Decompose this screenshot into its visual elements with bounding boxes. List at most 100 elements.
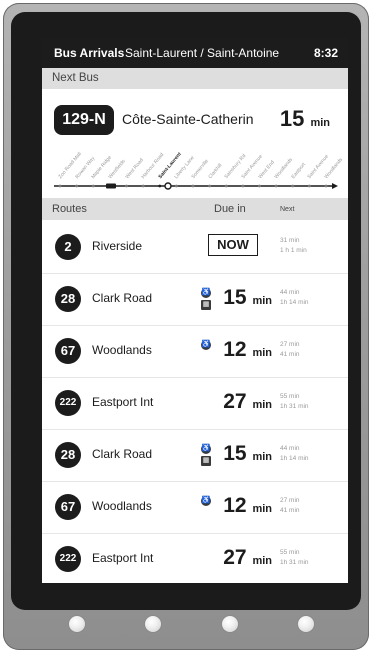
due-unit: min [252,399,272,411]
due-value: 27 [223,546,247,569]
next-times: 55 min 1h 31 min [280,392,309,412]
arrival-row[interactable]: 222 Eastport Int 27 min 55 min 1h 31 min [42,378,348,430]
next-bus-eta-value: 15 [279,106,305,131]
due-time: 27 min [215,546,272,570]
arrival-row[interactable]: 222 Eastport Int 27 min 55 min 1h 31 min [42,534,348,583]
due-time: 15 min [215,286,272,310]
stop-dot [91,184,95,188]
route-badge: 28 [55,286,81,312]
next-time-2: 41 min [280,507,300,514]
route-name: Woodlands [92,499,152,513]
next-time-1: 44 min [280,445,300,452]
wheelchair-icon: ♿ [201,340,211,350]
route-name: Eastport Int [92,395,154,409]
next-bus-label: Next Bus [52,72,99,84]
due-value: 27 [223,390,247,413]
next-time-1: 55 min [280,393,300,400]
route-badge: 67 [55,338,81,364]
stop-dot [291,184,295,188]
next-time-1: 44 min [280,289,300,296]
due-time: 15 min [215,442,272,466]
stop-dot [274,184,278,188]
arrival-row[interactable]: 67 Woodlands ♿ 12 min 27 min 41 min [42,326,348,378]
next-bus-eta: 15 min [280,106,330,132]
stop-dot [258,184,261,188]
routes-table-header: Routes Due in Next [42,198,348,220]
stop-dot [191,184,195,188]
due-unit: min [252,347,272,359]
now-badge: NOW [208,234,258,256]
next-time-1: 27 min [280,497,300,504]
due-value: 15 [223,286,247,309]
col-due: Due in [214,203,246,215]
stop-dot [125,184,128,188]
stop-name: Saint-Laurent / Saint-Antoine [125,46,280,60]
due-unit: min [252,503,272,515]
due-time: 12 min [215,338,272,362]
accessibility-icons: ♿ [201,340,213,352]
stop-dot [75,184,79,188]
next-times: 31 min 1 h 1 min [280,236,307,256]
next-time-1: 31 min [280,237,300,244]
indicator-light-4 [298,616,314,632]
next-time-2: 1h 14 min [280,455,309,462]
wheelchair-icon: ♿ [201,288,211,298]
arrival-row[interactable]: 28 Clark Road ♿ ▦ 15 min 44 min 1h 14 mi… [42,274,348,326]
due-value: 12 [223,338,247,361]
next-bus-route-badge: 129-N [54,105,114,135]
route-badge: 222 [55,390,81,416]
wheelchair-icon: ♿ [201,496,211,506]
next-bus-eta-unit: min [310,117,330,129]
next-time-2: 1h 14 min [280,299,309,306]
col-next: Next [280,206,295,213]
bike-icon: ▦ [201,456,211,466]
next-time-2: 1h 31 min [280,559,309,566]
route-badge: 2 [55,234,81,260]
stop-dot [58,184,62,188]
route-map: Zoo Road Mall Rowan Way Maple Ridge Westfie… [42,138,348,198]
arrival-row[interactable]: 67 Woodlands ♿ 12 min 27 min 41 min [42,482,348,534]
indicator-light-2 [145,616,161,632]
clock: 8:32 [313,46,338,60]
stop-dot [307,184,311,188]
next-times: 44 min 1h 14 min [280,444,309,464]
stop-dot [208,184,212,188]
next-time-1: 27 min [280,341,300,348]
kiosk-display: Bus Arrivals Saint-Laurent / Saint-Antoi… [0,0,372,653]
route-name: Clark Road [92,291,153,305]
stop-dot [324,184,328,188]
route-name: Clark Road [92,447,153,461]
stop-dot [174,184,178,188]
route-name: Woodlands [92,343,152,357]
route-name: Eastport Int [92,551,154,565]
top-bar: Bus Arrivals Saint-Laurent / Saint-Antoi… [42,38,348,68]
arrival-row[interactable]: 28 Clark Road ♿ ▦ 15 min 44 min 1h 14 mi… [42,430,348,482]
due-time: 12 min [215,494,272,518]
next-time-2: 41 min [280,351,300,358]
col-routes: Routes [52,203,87,215]
accessibility-icons: ♿ ▦ [201,444,213,468]
route-name: Riverside [92,239,143,253]
next-time-2: 1h 31 min [280,403,309,410]
accessibility-icons: ♿ [201,496,213,508]
due-value: 15 [223,442,247,465]
app-title: Bus Arrivals [54,46,125,60]
due-value: 12 [223,494,247,517]
stop-dot [141,184,145,188]
route-badge: 28 [55,442,81,468]
next-bus-destination: Côte-Sainte-Catherin [122,111,254,127]
accessibility-icons: ♿ ▦ [201,288,213,312]
arrivals-screen: Bus Arrivals Saint-Laurent / Saint-Antoi… [42,38,348,583]
arrival-row[interactable]: 2 Riverside NOW 31 min 1 h 1 min [42,222,348,274]
indicator-light-1 [69,616,85,632]
stop-dot [224,184,228,188]
route-badge: 67 [55,494,81,520]
next-time-2: 1 h 1 min [280,247,307,254]
due-unit: min [252,555,272,567]
due-unit: min [252,295,272,307]
route-badge: 222 [55,546,81,572]
stop-dot [241,184,245,188]
next-bus-header: Next Bus [42,68,348,89]
next-time-1: 55 min [280,549,300,556]
next-times: 27 min 41 min [280,340,300,360]
